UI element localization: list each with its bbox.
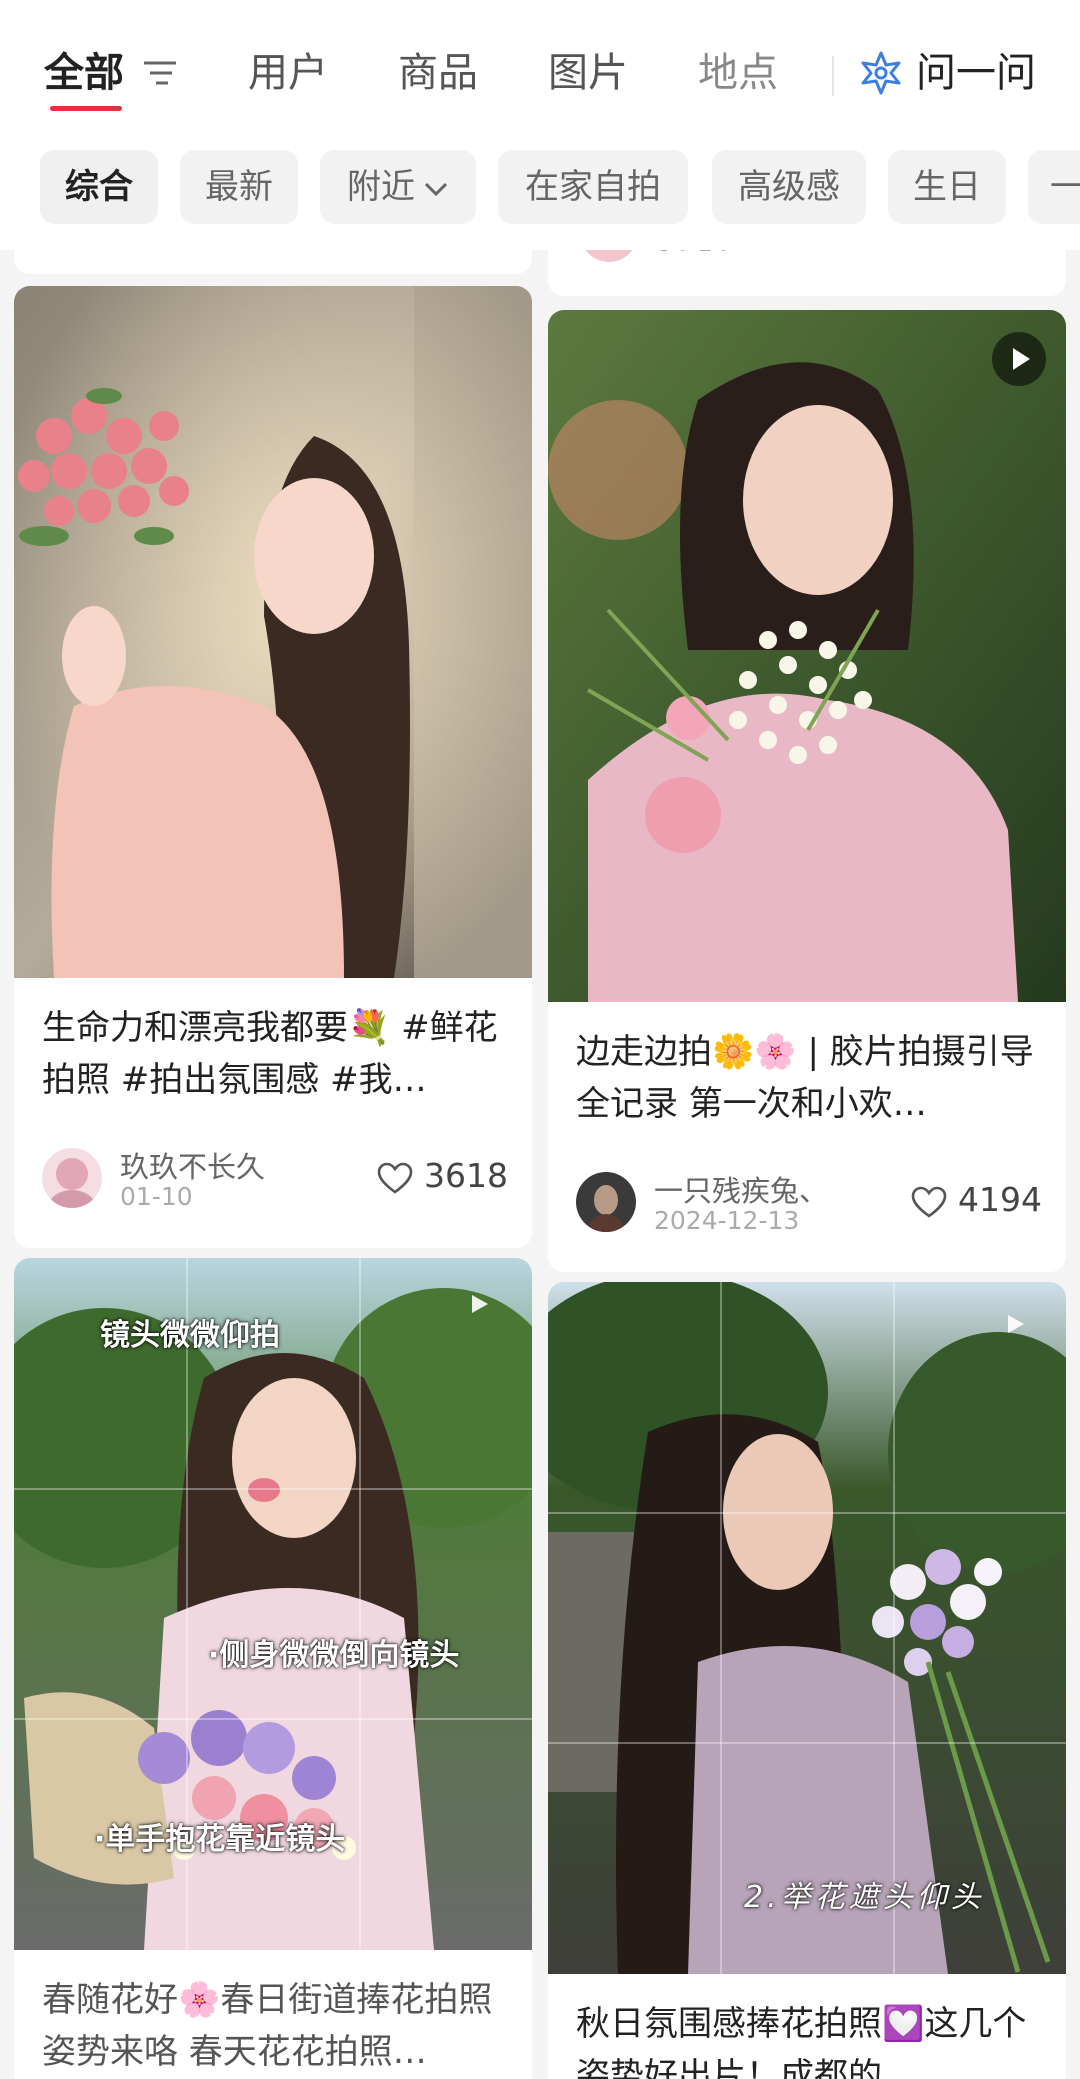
tab-users[interactable]: 用户 xyxy=(248,48,328,98)
chip-nearby[interactable]: 附近 xyxy=(320,150,476,224)
chip-comprehensive[interactable]: 综合 xyxy=(40,150,158,224)
note-card[interactable]: 生命力和漂亮我都要💐 #鲜花拍照 #拍出氛围感 #我… 玖玖不长久 01-10 … xyxy=(14,286,532,1248)
ai-star-icon[interactable] xyxy=(858,50,904,96)
image-caption: 镜头微微仰拍 xyxy=(100,1318,280,1353)
chevron-down-icon xyxy=(424,182,448,196)
grid-overlay-line xyxy=(14,1718,532,1720)
chip-premium[interactable]: 高级感 xyxy=(712,150,866,224)
image-caption: 2.举花遮头仰头 xyxy=(744,1880,985,1915)
grid-overlay-line xyxy=(548,1512,1066,1514)
grid-overlay-line xyxy=(359,1258,361,1950)
post-date: 2024-12-13 xyxy=(654,1206,800,1235)
heart-icon[interactable] xyxy=(910,1185,948,1219)
chip-home-selfie[interactable]: 在家自拍 xyxy=(498,150,688,224)
image-caption: ·单手抱花靠近镜头 xyxy=(94,1822,346,1857)
note-title[interactable]: 秋日氛围感捧花拍照💟这几个姿势好出片！成都的… xyxy=(576,1998,1042,2079)
author-name[interactable]: 玖玖不长久 xyxy=(120,1144,265,1186)
post-date: 01-10 xyxy=(120,1182,193,1211)
video-play-icon xyxy=(472,1295,488,1313)
post-date: 04-14 xyxy=(656,250,729,257)
chip-more[interactable]: 一 xyxy=(1028,150,1080,224)
note-card[interactable]: 边走边拍🌼🌸 | 胶片拍摄引导全记录 第一次和小欢… 一只残疾兔、 2024-1… xyxy=(548,310,1066,1272)
partial-card-right[interactable]: 04-14 xyxy=(548,250,1066,296)
note-title[interactable]: 边走边拍🌼🌸 | 胶片拍摄引导全记录 第一次和小欢… xyxy=(576,1026,1042,1130)
chip-birthday[interactable]: 生日 xyxy=(888,150,1006,224)
avatar[interactable] xyxy=(580,250,638,262)
heart-icon[interactable] xyxy=(376,1161,414,1195)
active-tab-indicator xyxy=(50,106,122,111)
note-card[interactable]: 2.举花遮头仰头 秋日氛围感捧花拍照💟这几个姿势好出片！成都的… xyxy=(548,1282,1066,2079)
like-count: 3618 xyxy=(424,1156,508,1195)
grid-overlay-line xyxy=(14,1488,532,1490)
image-caption: ·侧身微微倒向镜头 xyxy=(208,1638,460,1673)
note-cover-image[interactable] xyxy=(14,286,532,978)
waterfall-feed: 04-14 xyxy=(0,250,1080,2079)
tab-images[interactable]: 图片 xyxy=(548,48,628,98)
grid-overlay-line xyxy=(893,1282,895,1974)
note-cover-image[interactable] xyxy=(548,1282,1066,1974)
note-title[interactable]: 春随花好🌸春日街道捧花拍照姿势来咯 春天花花拍照… xyxy=(42,1974,508,2078)
video-play-icon xyxy=(992,332,1046,386)
like-count: 4194 xyxy=(958,1180,1042,1219)
filter-chip-bar: 综合 最新 附近 在家自拍 高级感 生日 一 xyxy=(0,140,1080,250)
note-card[interactable]: 镜头微微仰拍 ·侧身微微倒向镜头 ·单手抱花靠近镜头 春随花好🌸春日街道捧花拍照… xyxy=(14,1258,532,2079)
partial-card-left[interactable] xyxy=(14,250,532,274)
video-play-icon xyxy=(1008,1315,1024,1333)
chip-nearby-label: 附近 xyxy=(347,167,415,207)
author-name[interactable]: 一只残疾兔、 xyxy=(654,1168,828,1210)
search-tab-bar: 全部 用户 商品 图片 地点 问一问 xyxy=(0,0,1080,140)
note-cover-image[interactable] xyxy=(548,310,1066,1002)
grid-overlay-line xyxy=(548,1742,1066,1744)
note-title[interactable]: 生命力和漂亮我都要💐 #鲜花拍照 #拍出氛围感 #我… xyxy=(42,1002,508,1106)
tab-all[interactable]: 全部 xyxy=(44,48,124,98)
filter-icon[interactable] xyxy=(142,58,178,88)
tab-divider xyxy=(832,56,834,96)
tab-products[interactable]: 商品 xyxy=(398,48,478,98)
grid-overlay-line xyxy=(720,1282,722,1974)
tab-places[interactable]: 地点 xyxy=(698,48,778,98)
chip-latest[interactable]: 最新 xyxy=(180,150,298,224)
avatar[interactable] xyxy=(42,1148,102,1208)
ask-button[interactable]: 问一问 xyxy=(916,48,1036,98)
avatar[interactable] xyxy=(576,1172,636,1232)
